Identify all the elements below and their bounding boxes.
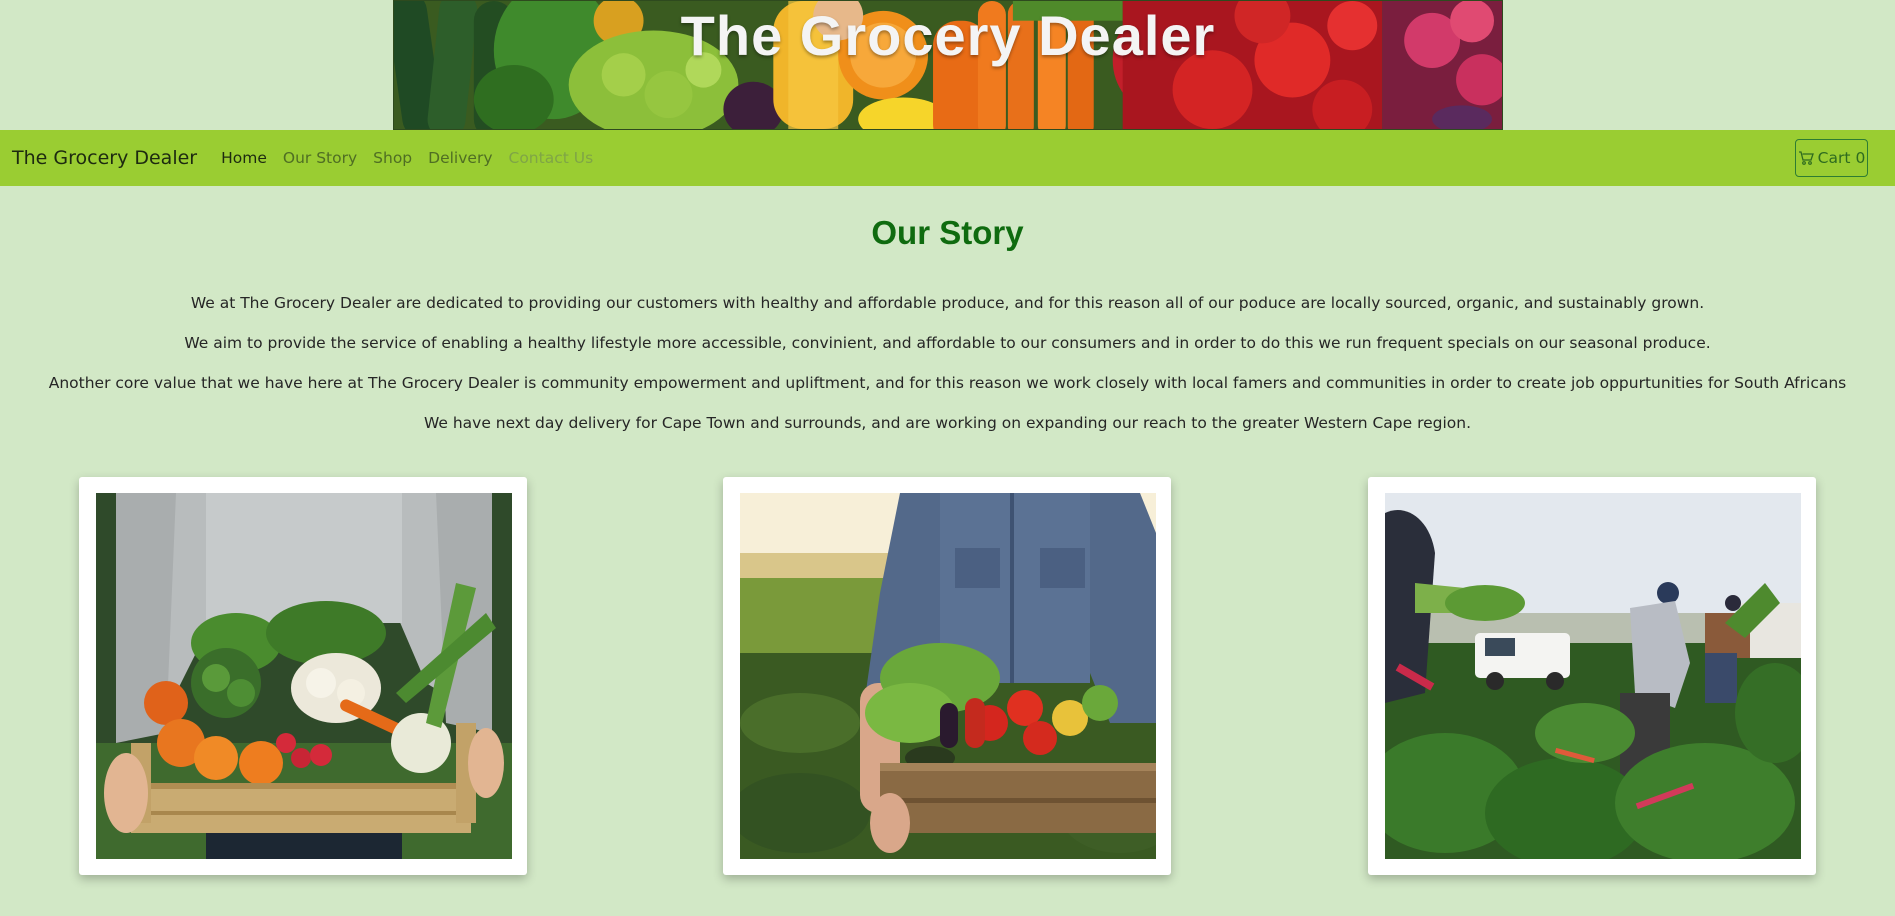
photo-card xyxy=(723,477,1171,875)
nav-links: Home Our Story Shop Delivery Contact Us xyxy=(221,149,609,167)
page-title: Our Story xyxy=(871,214,1024,251)
nav-link-contact-us[interactable]: Contact Us xyxy=(509,149,594,167)
banner-title: The Grocery Dealer xyxy=(680,4,1216,67)
story-paragraph: We aim to provide the service of enablin… xyxy=(184,334,1711,352)
cart-label: Cart xyxy=(1817,149,1851,167)
photo-card xyxy=(79,477,527,875)
cart-count: 0 xyxy=(1855,149,1866,167)
main-navbar: The Grocery Dealer Home Our Story Shop D… xyxy=(0,130,1895,186)
cart-button[interactable]: Cart 0 xyxy=(1795,139,1868,177)
story-paragraph: Another core value that we have here at … xyxy=(48,374,1847,392)
photo-card xyxy=(1368,477,1816,875)
cart-icon xyxy=(1798,151,1814,165)
navbar-brand[interactable]: The Grocery Dealer xyxy=(12,147,197,169)
nav-link-delivery[interactable]: Delivery xyxy=(428,149,492,167)
hero-banner: The Grocery Dealer xyxy=(393,0,1503,130)
nav-link-shop[interactable]: Shop xyxy=(373,149,412,167)
produce-crate-photo xyxy=(96,493,512,859)
farmer-crate-photo xyxy=(740,493,1156,859)
nav-link-home[interactable]: Home xyxy=(221,149,267,167)
story-paragraph: We have next day delivery for Cape Town … xyxy=(423,414,1472,432)
farm-workers-photo xyxy=(1385,493,1801,859)
story-paragraph: We at The Grocery Dealer are dedicated t… xyxy=(190,294,1705,312)
nav-link-our-story[interactable]: Our Story xyxy=(283,149,357,167)
